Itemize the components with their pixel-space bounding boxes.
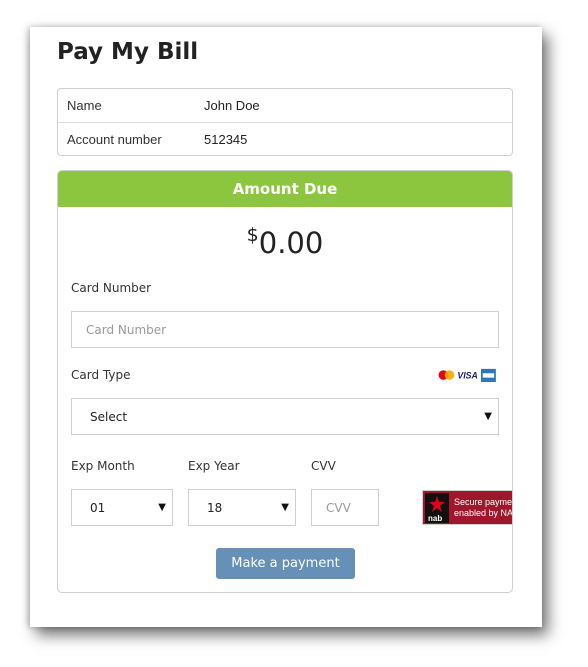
cvv-input[interactable]: CVV — [311, 489, 379, 526]
card-number-label: Card Number — [71, 281, 152, 295]
nab-secure-badge: nab Secure payments enabled by NAB — [422, 490, 513, 525]
nab-logo-text: nab — [428, 514, 442, 523]
card-type-select[interactable]: Select ▼ — [71, 398, 499, 435]
name-value: John Doe — [204, 98, 260, 113]
nab-logo: nab — [425, 493, 449, 523]
nab-badge-text: Secure payments enabled by NAB — [454, 497, 513, 519]
chevron-down-icon: ▼ — [484, 411, 492, 422]
exp-year-select[interactable]: 18 ▼ — [188, 489, 296, 526]
page-title: Pay My Bill — [57, 39, 199, 65]
exp-year-label: Exp Year — [188, 459, 240, 473]
currency-symbol: $ — [246, 224, 259, 246]
card-type-label: Card Type — [71, 368, 131, 382]
exp-month-value: 01 — [90, 501, 106, 515]
exp-month-select[interactable]: 01 ▼ — [71, 489, 173, 526]
info-row-name: Name John Doe — [58, 89, 512, 122]
exp-month-label: Exp Month — [71, 459, 135, 473]
nab-badge-line2: enabled by NAB — [454, 508, 513, 518]
card-number-input[interactable]: Card Number — [71, 311, 499, 348]
amex-icon — [481, 368, 496, 382]
nab-star-icon: nab — [428, 496, 445, 523]
amount-due-header: Amount Due — [58, 171, 512, 207]
info-row-account-number: Account number 512345 — [58, 122, 512, 155]
chevron-down-icon: ▼ — [158, 502, 166, 513]
bill-card: Pay My Bill Name John Doe Account number… — [30, 27, 542, 627]
nab-badge-line1: Secure payments — [454, 497, 513, 507]
account-number-value: 512345 — [204, 132, 248, 147]
account-number-label: Account number — [67, 132, 162, 147]
accepted-cards-icons: VISA — [438, 368, 496, 382]
amount-value: 0.00 — [258, 226, 324, 260]
cvv-label: CVV — [311, 459, 336, 473]
cvv-placeholder: CVV — [326, 501, 351, 515]
card-number-placeholder: Card Number — [86, 323, 167, 337]
chevron-down-icon: ▼ — [281, 502, 289, 513]
visa-icon: VISA — [457, 371, 477, 381]
account-info-table: Name John Doe Account number 512345 — [57, 88, 513, 156]
payment-panel: Amount Due $0.00 Card Number Card Number… — [57, 170, 513, 593]
mastercard-icon — [438, 370, 455, 380]
name-label: Name — [67, 98, 102, 113]
exp-year-value: 18 — [207, 501, 223, 515]
amount-display: $0.00 — [58, 224, 512, 260]
make-payment-button[interactable]: Make a payment — [216, 548, 355, 579]
card-type-value: Select — [90, 410, 128, 424]
